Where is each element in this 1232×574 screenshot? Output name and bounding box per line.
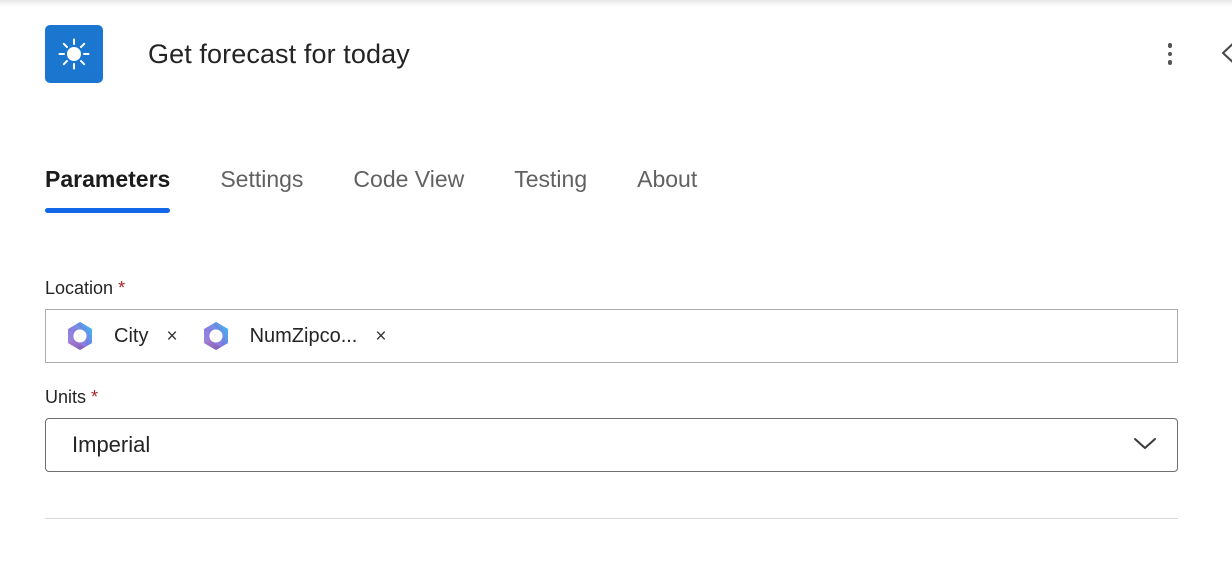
more-options-button[interactable] <box>1150 34 1190 74</box>
units-field-label: Units * <box>45 385 1178 409</box>
token-city[interactable]: City × <box>58 316 188 356</box>
token-city-label: City <box>114 324 149 347</box>
section-divider <box>45 518 1178 519</box>
header-actions <box>1150 34 1232 74</box>
tab-parameters-label: Parameters <box>45 166 171 192</box>
token-numzipcode[interactable]: NumZipco... × <box>194 316 397 356</box>
collapse-panel-button[interactable] <box>1212 34 1232 74</box>
tab-testing-label: Testing <box>514 166 588 192</box>
token-city-remove-button[interactable]: × <box>160 325 183 348</box>
token-numzipcode-label: NumZipco... <box>249 324 358 347</box>
location-required-asterisk: * <box>118 278 126 298</box>
units-required-asterisk: * <box>91 387 99 407</box>
units-selected-value: Imperial <box>72 432 151 457</box>
sun-icon <box>45 25 103 83</box>
units-label-text: Units <box>45 387 87 407</box>
chevron-left-icon <box>1217 32 1232 77</box>
tab-settings[interactable]: Settings <box>220 164 303 204</box>
units-dropdown[interactable]: Imperial <box>45 418 1178 472</box>
token-numzipcode-remove-button[interactable]: × <box>369 325 392 348</box>
page-header: Get forecast for today <box>0 8 1232 100</box>
location-field-label: Location * <box>45 276 1178 300</box>
chevron-down-icon <box>1131 434 1159 457</box>
more-vertical-icon <box>1167 43 1173 65</box>
page-title: Get forecast for today <box>148 38 410 69</box>
tab-testing[interactable]: Testing <box>514 164 587 204</box>
tab-settings-label: Settings <box>220 166 304 192</box>
tab-code-view-label: Code View <box>353 166 465 192</box>
location-label-text: Location <box>45 278 114 298</box>
tab-code-view[interactable]: Code View <box>353 164 464 204</box>
copilot-icon <box>200 320 232 352</box>
parameters-form: Location * City × NumZipco... × Units * … <box>45 276 1178 472</box>
copilot-icon <box>64 320 96 352</box>
location-input[interactable]: City × NumZipco... × <box>45 309 1178 363</box>
tab-about[interactable]: About <box>637 164 697 204</box>
top-shadow <box>0 0 1232 7</box>
field-spacer <box>45 363 1178 385</box>
tab-bar: Parameters Settings Code View Testing Ab… <box>45 164 697 213</box>
tab-parameters[interactable]: Parameters <box>45 164 171 213</box>
tab-about-label: About <box>637 166 698 192</box>
